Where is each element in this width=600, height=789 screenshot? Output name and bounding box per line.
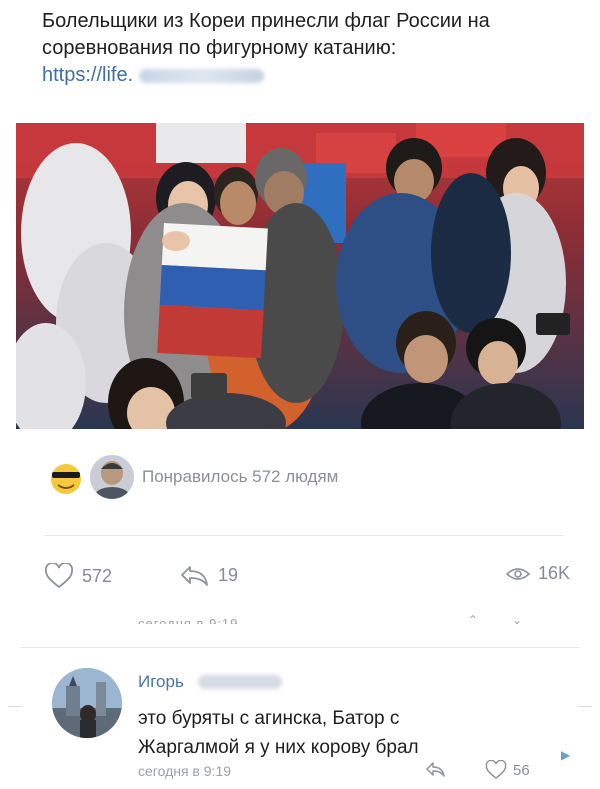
post-photo[interactable] xyxy=(16,123,584,429)
divider xyxy=(44,535,564,536)
comment-avatar[interactable] xyxy=(52,668,122,738)
comment-text: это буряты с агинска, Батор с Жаргалмой … xyxy=(138,708,419,758)
heart-icon xyxy=(485,760,507,779)
post-text-block: Болельщики из Кореи принесли флаг России… xyxy=(42,8,582,89)
likes-summary[interactable]: Понравилось 572 людям xyxy=(142,467,338,487)
cropped-icons: ⌃⌄ xyxy=(467,613,556,627)
share-icon xyxy=(181,566,208,586)
liker-avatar-2[interactable] xyxy=(88,453,136,501)
cropped-comment-meta: сегодня в 9:19 ⌃⌄ xyxy=(138,611,578,629)
heart-icon xyxy=(44,563,74,589)
divider xyxy=(20,647,580,648)
comment-time: сегодня в 9:19 xyxy=(138,763,232,779)
chevron-right-icon[interactable]: ▶ xyxy=(561,748,570,762)
share-count: 19 xyxy=(218,564,239,585)
comment-like-button[interactable]: 56 xyxy=(485,760,530,780)
comment-author[interactable]: Игорь xyxy=(138,672,184,692)
comment: Игорь это буряты с агинска, Батор с Жарг… xyxy=(48,662,588,782)
post-actions: 572 19 16K xyxy=(44,563,578,597)
cropped-time: сегодня в 9:19 xyxy=(138,616,239,624)
reply-icon xyxy=(426,762,445,777)
post-text: Болельщики из Кореи принесли флаг России… xyxy=(42,10,490,59)
like-button[interactable]: 572 xyxy=(44,563,112,589)
side-marker-left xyxy=(8,706,22,707)
views-count: 16K xyxy=(537,563,570,583)
share-button[interactable]: 19 xyxy=(178,563,238,587)
eye-icon xyxy=(505,567,530,580)
blurred-link-tail xyxy=(139,68,265,83)
comment-author-blurred-surname xyxy=(198,675,282,689)
comment-like-count: 56 xyxy=(513,761,530,779)
liker-avatar-1[interactable] xyxy=(44,455,88,499)
reply-button[interactable] xyxy=(424,760,446,783)
views-counter: 16K xyxy=(505,563,570,584)
post-link[interactable]: https://life. xyxy=(42,64,133,86)
like-count: 572 xyxy=(82,565,113,586)
likes-row[interactable]: Понравилось 572 людям xyxy=(44,453,564,503)
